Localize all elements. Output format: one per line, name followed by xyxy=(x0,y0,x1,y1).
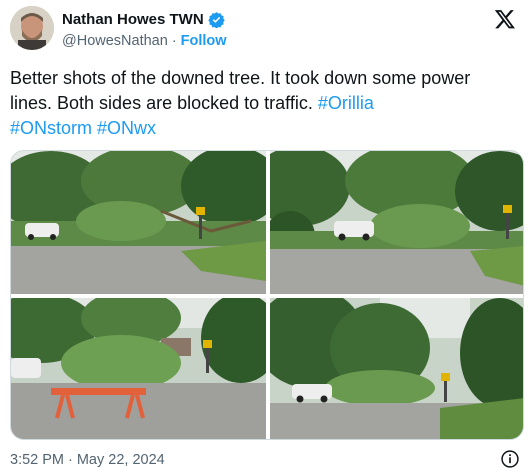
hashtag-onstorm[interactable]: #ONstorm xyxy=(10,118,92,138)
author-handle[interactable]: @HowesNathan xyxy=(62,33,168,49)
handle-separator: · xyxy=(171,33,177,49)
tweet-time[interactable]: 3:52 PM xyxy=(10,452,64,468)
tweet-text: Better shots of the downed tree. It took… xyxy=(10,66,510,141)
author-name-row: Nathan Howes TWN xyxy=(62,11,225,29)
photo-1[interactable] xyxy=(11,151,266,294)
author-name[interactable]: Nathan Howes TWN xyxy=(62,11,204,28)
photo-2[interactable] xyxy=(270,151,523,294)
tweet-body: Better shots of the downed tree. It took… xyxy=(10,68,471,113)
tweet-footer: 3:52 PM · May 22, 2024 xyxy=(10,452,165,468)
hashtag-orillia[interactable]: #Orillia xyxy=(318,93,374,113)
verified-badge-icon xyxy=(207,11,225,29)
tweet-date[interactable]: May 22, 2024 xyxy=(77,452,165,468)
media-grid xyxy=(10,150,524,440)
tweet-header: Nathan Howes TWN @HowesNathan · Follow xyxy=(10,6,518,56)
photo-3[interactable] xyxy=(11,298,266,439)
info-icon[interactable] xyxy=(500,449,520,468)
author-handle-row: @HowesNathan · Follow xyxy=(62,33,227,49)
footer-separator: · xyxy=(68,452,73,468)
photo-4[interactable] xyxy=(270,298,523,439)
avatar[interactable] xyxy=(10,6,54,50)
x-logo-icon[interactable] xyxy=(494,8,516,30)
hashtag-onwx[interactable]: #ONwx xyxy=(97,118,156,138)
follow-button[interactable]: Follow xyxy=(181,33,227,49)
